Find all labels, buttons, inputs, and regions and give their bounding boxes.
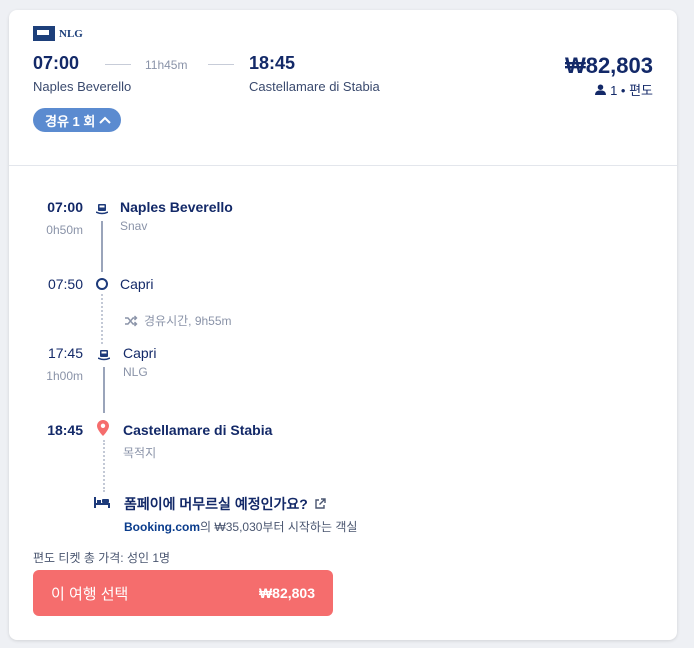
hotel-promo-title: 폼페이에 머무르실 예정인가요? — [124, 496, 308, 512]
seg2-duration: 1h00m — [46, 369, 83, 383]
booking-text: 의 ₩35,030부터 시작하는 객실 — [200, 520, 358, 534]
passenger-info: 1 • 편도 — [595, 80, 653, 99]
seg2-operator: NLG — [123, 365, 148, 379]
seg1-line — [101, 221, 103, 272]
arrival-time: 18:45 — [47, 422, 83, 438]
select-trip-button[interactable]: 이 여행 선택 ₩82,803 — [33, 570, 333, 616]
section-divider — [9, 165, 677, 166]
stops-toggle-button[interactable]: 경유 1 회 — [33, 108, 122, 132]
duration-dash-left — [105, 64, 131, 65]
depart-time: 07:00 — [33, 53, 80, 73]
bed-icon — [94, 497, 110, 508]
shuffle-icon — [125, 315, 138, 326]
trip-card: NLG 07:00 11h45m 18:45 Naples Beverello … — [9, 10, 677, 640]
seg2-station: Capri — [123, 345, 157, 361]
stop1-station: Capri — [120, 276, 154, 292]
arrive-place: Castellamare di Stabia — [249, 79, 380, 94]
trip-price: ₩82,803 — [564, 53, 653, 78]
arrival-station: Castellamare di Stabia — [123, 422, 273, 438]
depart-place: Naples Beverello — [33, 79, 132, 94]
arrival-dots — [103, 440, 105, 492]
ferry-icon — [98, 350, 110, 361]
layover-dots — [101, 294, 103, 344]
seg2-line — [103, 367, 105, 413]
layover-text: 경유시간, 9h55m — [144, 314, 232, 328]
ferry-logo-icon — [33, 26, 55, 41]
stop1-time: 07:50 — [47, 276, 83, 292]
trip-duration: 11h45m — [145, 58, 188, 72]
seg1-time: 07:00 — [47, 199, 83, 215]
hotel-promo-link[interactable]: 폼페이에 머무르실 예정인가요? — [124, 494, 326, 514]
person-icon — [595, 84, 607, 95]
seg1-duration: 0h50m — [46, 223, 83, 237]
seg1-operator: Snav — [120, 219, 148, 233]
duration-dash-right — [208, 64, 234, 65]
location-pin-icon — [97, 420, 109, 436]
ferry-icon — [96, 204, 108, 215]
arrival-note: 목적지 — [123, 446, 157, 460]
chevron-up-icon — [99, 116, 112, 124]
seg1-station: Naples Beverello — [120, 199, 233, 215]
select-trip-label: 이 여행 선택 — [51, 585, 129, 603]
operator-logo-text: NLG — [59, 27, 83, 40]
arrive-time: 18:45 — [249, 53, 296, 73]
total-price-label: 편도 티켓 총 가격: 성인 1명 — [33, 551, 171, 565]
operator-logo: NLG — [33, 26, 83, 41]
passenger-text: 1 • 편도 — [610, 83, 653, 98]
layover-info: 경유시간, 9h55m — [124, 312, 232, 329]
stop-circle-icon — [96, 278, 108, 290]
booking-info: Booking.com의 ₩35,030부터 시작하는 객실 — [124, 518, 357, 535]
stops-label: 경유 1 회 — [45, 113, 96, 129]
seg2-time: 17:45 — [47, 345, 83, 361]
external-link-icon — [315, 498, 326, 509]
booking-brand: Booking.com — [124, 520, 201, 534]
select-trip-amount: ₩82,803 — [258, 585, 315, 601]
